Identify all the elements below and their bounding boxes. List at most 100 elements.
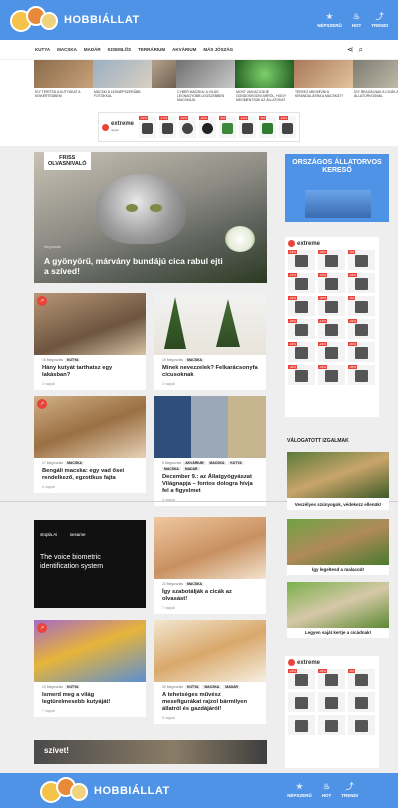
nav-popular[interactable]: ★ NÉPSZERŰ <box>317 12 342 28</box>
ad-product[interactable]: -30% <box>318 296 345 316</box>
ad-product[interactable]: -10% <box>318 273 345 293</box>
category-link[interactable]: AKVÁRIUM <box>172 47 196 52</box>
site-logo[interactable]: HOBBIÁLLAT <box>10 4 140 36</box>
ad-product[interactable]: -5% <box>348 250 375 270</box>
ad-product[interactable]: -9% <box>348 669 375 689</box>
nav-trending[interactable]: ⤴ TRENDI <box>371 12 388 28</box>
category-tag[interactable]: MACSKA <box>162 467 181 471</box>
ticker-item[interactable]: ÍGY REAGÁLNAK A CICÁK AZ ÁLLATORVOSNÁL <box>353 60 398 108</box>
ad-product[interactable]: -5% <box>259 116 276 138</box>
ad-product[interactable]: -23% <box>288 319 315 339</box>
category-tag[interactable]: KUTYA <box>65 358 81 362</box>
article-card[interactable]: 19 Megosztás MACSKA Minek nevezzelek? Fel… <box>154 293 266 390</box>
hero-article[interactable]: FRISS OLVASNIVALÓ Megosztás A gyönyörű, m… <box>34 152 267 283</box>
ticker-item[interactable]: CYBER MACSKA: A VILÁG LEGNAGYOBB LEGSZEB… <box>176 60 235 108</box>
article-card[interactable]: 8 Megosztás AKVÁRIUM MACSKA KUTYA MACSKA MADÁ… <box>154 396 266 506</box>
ad-product[interactable] <box>348 715 375 735</box>
ad-product[interactable]: -14% <box>318 319 345 339</box>
nav-trending[interactable]: ⤴ TRENDI <box>341 783 358 799</box>
article-card[interactable]: ↗ 17 Megosztás MACSKA Bengáli macska: egy… <box>34 396 146 493</box>
article-card[interactable]: ↗ 10 Megosztás KUTYA Ismerd meg a világ l… <box>34 620 146 717</box>
ad-product[interactable]: -26% <box>318 669 345 689</box>
category-tag[interactable]: KUTYA <box>228 461 244 465</box>
ticker-item[interactable] <box>152 60 176 108</box>
ad-product[interactable]: -31% <box>348 319 375 339</box>
ad-product[interactable]: -9% <box>348 296 375 316</box>
ticker-item[interactable]: MOST VAN AZ IDEJE GONDOSKODNI ARRÓL, HOG… <box>235 60 294 108</box>
video-ad[interactable]: stopla.Ai sesame The voice biometric ide… <box>34 520 146 608</box>
category-link[interactable]: MÁS JÓSZÁG <box>203 47 233 52</box>
article-title[interactable]: Hány kutyát tarthatsz egy lakásban? <box>34 362 146 379</box>
category-tag[interactable]: MACSKA <box>185 582 204 586</box>
footer-logo[interactable]: HOBBIÁLLAT <box>40 775 170 807</box>
ad-product[interactable]: -14% <box>239 116 256 138</box>
ticker-item[interactable]: TERVEZ MEGHÍVNI A KÍRÁNDULÁSRA A MACSKÁT… <box>294 60 353 108</box>
ad-product[interactable] <box>318 715 345 735</box>
vet-search-widget[interactable]: ORSZÁGOS ÁLLATORVOS KERESŐ <box>285 154 389 222</box>
story-card[interactable]: Így legeltesd a malacod! <box>287 519 389 575</box>
ad-product[interactable]: -29% <box>318 250 345 270</box>
ticker-caption: CYBER MACSKA: A VILÁG LEGNAGYOBB LEGSZEB… <box>177 90 225 102</box>
bottom-hero-strip[interactable]: szívet! <box>34 740 267 764</box>
article-title[interactable]: A tehetséges művész mesefigurákat rajzol… <box>154 689 266 713</box>
ad-product[interactable]: -16% <box>288 342 315 362</box>
search-icon[interactable]: ⌕ <box>359 45 363 55</box>
category-link[interactable]: MADÁR <box>84 47 101 52</box>
ad-product[interactable]: -6% <box>219 116 236 138</box>
ad-product[interactable]: -19% <box>288 250 315 270</box>
ad-product[interactable] <box>288 692 315 712</box>
ad-product[interactable]: -19% <box>279 116 296 138</box>
top-ad-banner[interactable]: extreme digital -16% -17% -10% -20% -6% -… <box>98 112 300 142</box>
article-title[interactable]: Így szabotálják a cicák az olvasást! <box>154 586 266 603</box>
ad-product[interactable]: -20% <box>199 116 216 138</box>
story-card[interactable]: Legyen saját kertje a cicádnak! <box>287 582 389 638</box>
ticker-item[interactable]: ÍGY TERÍTSD A KUTYÁKAT A KISKERTEDBEN! <box>34 60 93 108</box>
ad-product[interactable]: -27% <box>288 273 315 293</box>
article-title[interactable]: December 9.: az Állatgyógyászat Világnap… <box>154 471 266 495</box>
article-card[interactable]: 30 Megosztás KUTYA MACSKA MADÁR A tehetsége… <box>154 620 266 724</box>
article-card[interactable]: ↗ 16 Megosztás KUTYA Hány kutyát tarthats… <box>34 293 146 390</box>
article-title[interactable]: Minek nevezzelek? Felkarácsonyfa cicusok… <box>154 362 266 379</box>
share-icon[interactable]: ⋖ <box>347 45 354 55</box>
category-tag[interactable]: MACSKA <box>185 358 204 362</box>
category-tag[interactable]: MACSKA <box>202 685 222 689</box>
ad-product[interactable]: -16% <box>139 116 156 138</box>
nav-hot[interactable]: ♨ HOT <box>352 12 362 28</box>
ad-product[interactable]: -30% <box>348 342 375 362</box>
category-link[interactable]: TERRÁRIUM <box>138 47 165 52</box>
category-tag[interactable]: MADÁR <box>182 467 200 471</box>
article-title[interactable]: Bengáli macska: egy vad ősei rendelkező,… <box>34 465 146 482</box>
category-link[interactable]: KUTYA <box>35 47 50 52</box>
category-tag[interactable]: KUTYA <box>185 685 201 689</box>
article-title[interactable]: Ismerd meg a világ legtürelmesebb kutyáj… <box>34 689 146 706</box>
ad-product[interactable]: -16% <box>318 365 345 385</box>
category-tag[interactable]: MADÁR <box>223 685 240 689</box>
ad-product[interactable]: -21% <box>288 296 315 316</box>
ad-product[interactable]: -34% <box>348 273 375 293</box>
category-tag[interactable]: AKVÁRIUM <box>183 461 206 465</box>
story-card[interactable]: Veszélyes szúnyogok, védekezz ellenük! <box>287 500 389 510</box>
nav-hot[interactable]: ♨ HOT <box>322 783 332 799</box>
ad-product[interactable] <box>318 692 345 712</box>
ad-product[interactable]: -17% <box>159 116 176 138</box>
ad-product[interactable]: -35% <box>348 365 375 385</box>
ad-product[interactable]: -44% <box>288 365 315 385</box>
category-link[interactable]: MACSKA <box>57 47 77 52</box>
trending-icon: ↗ <box>37 399 47 409</box>
ad-product[interactable]: -24% <box>318 342 345 362</box>
article-card[interactable]: 22 Megosztás MACSKA Így szabotálják a cic… <box>154 517 266 614</box>
ad-product[interactable]: -23% <box>288 669 315 689</box>
ad-product[interactable] <box>288 715 315 735</box>
category-tag[interactable]: MACSKA <box>65 461 84 465</box>
category-tag[interactable]: KUTYA <box>65 685 81 689</box>
sidebar-ad-2[interactable]: extreme -23% -26% -9% <box>285 656 379 768</box>
sidebar-ad[interactable]: extreme -19% -29% -5% -27% -10% -34% -21… <box>285 237 379 417</box>
category-link[interactable]: KISEMLŐS <box>108 47 132 52</box>
ticker-item[interactable]: MACSKI A LEGNÉPSZERŰBB FOTÓKKAL <box>93 60 152 108</box>
ad-product[interactable] <box>348 692 375 712</box>
ad-product[interactable]: -10% <box>179 116 196 138</box>
nav-popular[interactable]: ★ NÉPSZERŰ <box>287 783 312 799</box>
category-tag[interactable]: MACSKA <box>207 461 227 465</box>
hero-title[interactable]: A gyönyörű, márvány bundájú cica rabul e… <box>44 256 227 276</box>
story-card[interactable] <box>287 452 389 503</box>
